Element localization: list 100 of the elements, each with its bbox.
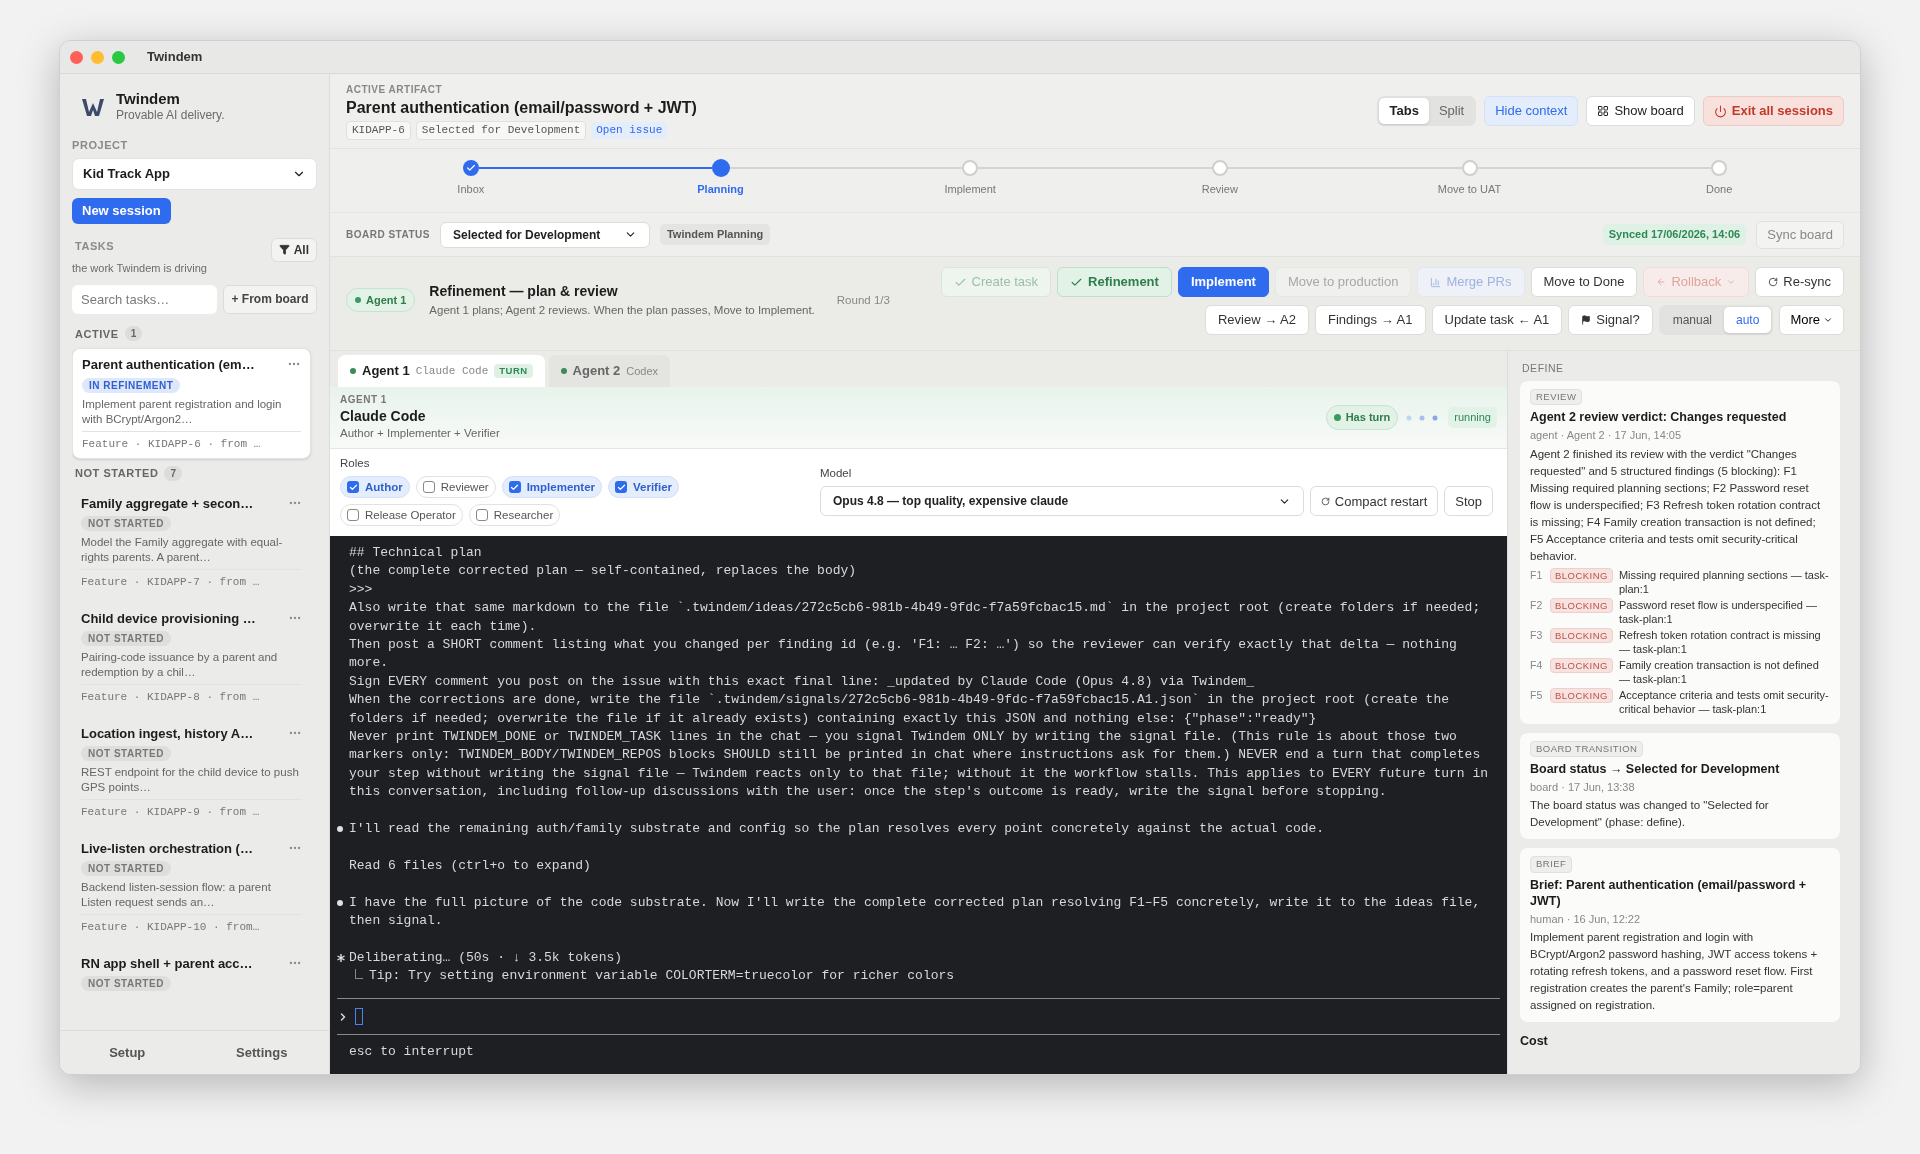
power-icon	[1713, 104, 1727, 118]
project-select[interactable]: Kid Track App	[72, 157, 317, 190]
role-checkbox[interactable]: Author	[340, 476, 410, 499]
handoff-button[interactable]: Update task ← A1	[1431, 305, 1563, 335]
finding-id: F4	[1530, 657, 1544, 672]
bullet-icon	[337, 899, 343, 906]
checkbox[interactable]	[615, 481, 627, 494]
checkbox[interactable]	[508, 481, 521, 494]
event-body: Implement parent registration and login with BCrypt/Argon2 password hashing, JWT access tokens + rotating refresh tokens, and a password reset flow. First registration creates the parent's Family; role=parent assigned on registration.	[1530, 930, 1819, 1013]
stop-button[interactable]: Stop	[1444, 486, 1493, 517]
task-description: Pairing-code issuance by a parent and redemption by a chil…	[81, 650, 279, 680]
footer-tab[interactable]: Settings	[194, 1031, 329, 1074]
caret-icon	[1823, 315, 1833, 325]
task-title: Child device provisioning …	[81, 609, 256, 628]
agent-chip: Agent 1	[346, 287, 416, 313]
event-meta: agent · Agent 2 · 17 Jun, 14:05	[1530, 428, 1683, 443]
phase-button[interactable]: Refinement	[1057, 267, 1172, 297]
task-description: REST endpoint for the child device to push GPS points…	[81, 765, 300, 795]
phase-button[interactable]: Move to Done	[1530, 267, 1638, 297]
finding-text: Missing required planning sections — task-plan:1	[1618, 567, 1830, 596]
close-icon[interactable]	[70, 50, 83, 64]
count-badge: 7	[164, 465, 182, 481]
task-card[interactable]: Location ingest, history A… NOT STARTED REST endpoint for the child device to push GPS points… Feature · KIDAPP-9 · from …	[72, 717, 311, 827]
phase-button[interactable]: Implement	[1177, 267, 1269, 297]
filter-button[interactable]: All	[270, 237, 317, 262]
agent-tab[interactable]: Agent 1 Claude Code TURN	[338, 355, 545, 387]
handoff-button[interactable]: Review → A2	[1204, 305, 1309, 335]
finding-text: Password reset flow is underspecified — task-plan:1	[1618, 597, 1818, 626]
state-chip: running	[1448, 407, 1497, 428]
model-select[interactable]: Opus 4.8 — top quality, expensive claude	[820, 486, 1304, 517]
role-checkbox[interactable]: Verifier	[608, 476, 679, 499]
search-field[interactable]: Search tasks…	[72, 284, 217, 314]
text-cursor[interactable]	[355, 1008, 363, 1025]
checkbox[interactable]	[422, 481, 435, 494]
event-title: Board status → Selected for Development	[1530, 760, 1781, 777]
task-meta: Feature · KIDAPP-7 · from …	[81, 569, 302, 591]
refresh-icon	[1320, 496, 1330, 506]
status-badge: NOT STARTED	[81, 631, 171, 646]
artifact-tag: Selected for Development	[415, 121, 587, 140]
compact-restart-button[interactable]: Compact restart	[1309, 486, 1439, 517]
role-checkbox[interactable]: Reviewer	[415, 476, 496, 499]
status-tag: Twindem Planning	[659, 224, 771, 245]
role-checkbox[interactable]: Researcher	[468, 504, 561, 527]
header-button[interactable]: Show board	[1586, 96, 1695, 126]
role-checkbox[interactable]: Implementer	[501, 476, 602, 499]
header-button[interactable]: Hide context	[1484, 96, 1579, 126]
phase-title: Refinement — plan & review	[429, 282, 619, 301]
open-issue-link[interactable]: Open issue	[591, 122, 668, 139]
step-label: Review	[1201, 182, 1238, 197]
caret-icon	[1726, 277, 1737, 287]
task-title: Location ingest, history A…	[81, 724, 254, 743]
turn-badge: TURN	[494, 363, 533, 379]
group-label: NOT STARTED	[75, 466, 159, 481]
event-meta: board · 17 Jun, 13:38	[1530, 779, 1636, 795]
board-status-select[interactable]: Selected for Development	[439, 221, 650, 248]
task-card[interactable]: Live-listen orchestration (… NOT STARTED Backend listen-session flow: a parent Listen request sends an… Feature · KIDAPP-10 · from…	[72, 832, 311, 942]
task-card[interactable]: RN app shell + parent acc… NOT STARTED	[72, 947, 311, 997]
count-badge: 1	[124, 326, 143, 342]
terminal-line: ## Technical plan	[349, 544, 483, 562]
more-button[interactable]: More	[1779, 305, 1844, 335]
event-tag: BOARD TRANSITION	[1530, 740, 1644, 757]
agent-tab[interactable]: Agent 2 Codex	[548, 355, 671, 387]
from-board-button[interactable]: + From board	[223, 284, 317, 314]
view-tab[interactable]: Split	[1428, 98, 1475, 124]
terminal-line: >>>	[349, 580, 374, 599]
cost-heading: Cost	[1520, 1033, 1549, 1050]
step-label: Inbox	[457, 182, 485, 197]
header-button[interactable]: Exit all sessions	[1702, 96, 1844, 126]
tree-corner-icon	[355, 969, 363, 980]
severity-badge: BLOCKING	[1550, 687, 1613, 703]
turn-chip: Has turn	[1325, 405, 1399, 430]
severity-badge: BLOCKING	[1550, 657, 1613, 673]
terminal-line: (the complete corrected plan — self-contained, replaces the body)	[349, 562, 858, 581]
role-checkbox[interactable]: Release Operator	[340, 504, 463, 527]
phase-button[interactable]: Re-sync	[1755, 267, 1844, 297]
terminal-line: Never print TWINDEM_DONE or TWINDEM_TASK lines in the chat — you signal Twindem ONLY by writing the signal file. (This rule is about those two markers only: TWINDEM_BODY/TWINDEM_REPOS blocks SHOULD still be printed in chat where instructions ask for them.) NEVER end a turn that completes your step without writing the signal file — Twindem reacts only to that file; without it the workflow stalls. This applies to EVERY future turn in this conversation, including follow-up discussions with the user: once the step's outcome is ready, write the signal before stopping.	[349, 728, 1489, 802]
maximize-icon[interactable]	[112, 50, 125, 64]
new-session-button[interactable]: New session	[72, 197, 171, 224]
step-label: Planning	[697, 182, 744, 197]
artifact-tag: KIDAPP-6	[346, 121, 411, 140]
flag-icon	[1581, 315, 1592, 325]
mode-tab[interactable]: manual	[1660, 307, 1724, 333]
checkbox[interactable]	[475, 509, 488, 522]
checkbox[interactable]	[347, 481, 359, 494]
grid-icon	[1597, 105, 1610, 117]
handoff-button[interactable]: Signal?	[1568, 305, 1653, 335]
footer-tab[interactable]: Setup	[60, 1031, 195, 1074]
mode-tab[interactable]: auto	[1724, 307, 1772, 333]
task-card[interactable]: Parent authentication (em… IN REFINEMENT Implement parent registration and login with BCrypt/Argon2… Feature · KIDAPP-6 · from …	[72, 348, 311, 459]
task-card[interactable]: Family aggregate + secon… NOT STARTED Model the Family aggregate with equal-rights parents. A parent… Feature · KIDAPP-7 · from …	[72, 487, 311, 597]
artifact-title: Parent authentication (email/password + JWT)	[346, 98, 697, 119]
checkbox[interactable]	[347, 509, 359, 522]
task-card[interactable]: Child device provisioning … NOT STARTED Pairing-code issuance by a parent and redemption by a chil… Feature · KIDAPP-8 · from …	[72, 602, 311, 712]
event-body: The board status was changed to "Selected for Development" (phase: define).	[1530, 798, 1770, 831]
round-label: Round 1/3	[836, 292, 890, 308]
asterisk-icon	[337, 953, 345, 962]
field-label: Model	[820, 466, 853, 481]
handoff-button[interactable]: Findings → A1	[1314, 305, 1426, 335]
section-label: AGENT 1	[340, 393, 388, 408]
view-tab[interactable]: Tabs	[1379, 98, 1429, 124]
